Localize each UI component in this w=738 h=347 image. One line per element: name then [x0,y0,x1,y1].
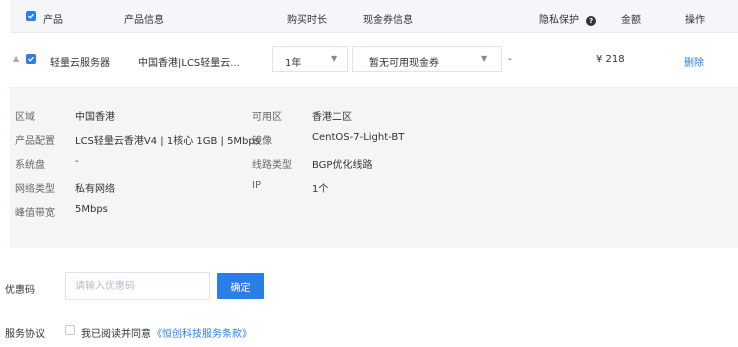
row-checkbox[interactable] [26,54,36,64]
header-duration: 购买时长 [287,15,327,26]
row-privacy: - [508,54,512,65]
coupon-label: 优惠码 [5,285,35,296]
row-amount: ¥ 218 [596,54,625,65]
row-product: 轻量云服务器 [50,58,110,69]
network-value: 私有网络 [75,184,115,195]
agreement-text: 我已阅读并同意 [81,329,151,340]
config-value: LCS轻量云香港V4 | 1核心 1GB | 5Mbps [75,136,260,147]
config-label: 产品配置 [15,136,55,147]
check-icon [28,56,34,62]
region-value: 中国香港 [75,112,115,123]
ip-value: 1个 [312,184,329,195]
header-privacy: 隐私保护 ? [539,11,597,26]
duration-value: 1年 [285,58,302,69]
check-icon [28,13,34,19]
chevron-down-icon: ▼ [331,54,338,63]
line-value: BGP优化线路 [312,160,373,171]
header-product-info: 产品信息 [124,15,164,26]
detail-panel: 区域 中国香港 产品配置 LCS轻量云香港V4 | 1核心 1GB | 5Mbp… [10,88,738,248]
row-product-info: 中国香港|LCS轻量云... [138,58,240,69]
bandwidth-label: 峰值带宽 [15,208,55,219]
agreement-checkbox[interactable] [65,325,75,335]
confirm-button[interactable]: 确定 [217,273,264,299]
disk-label: 系统盘 [15,160,45,171]
header-product: 产品 [43,15,63,26]
coupon-code-input[interactable] [65,272,210,300]
line-label: 线路类型 [252,160,292,171]
image-label: 镜像 [252,136,272,147]
image-value: CentOS-7-Light-BT [312,132,405,143]
agreement-label: 服务协议 [5,329,45,340]
zone-value: 香港二区 [312,112,352,123]
bandwidth-value: 5Mbps [75,204,108,215]
duration-select[interactable]: 1年 ▼ [272,46,348,72]
chevron-down-icon: ▼ [481,54,488,63]
terms-link[interactable]: 《恒创科技服务条款》 [152,325,252,340]
delete-link[interactable]: 删除 [684,54,704,69]
region-label: 区域 [15,112,35,123]
header-privacy-label: 隐私保护 [539,15,579,26]
ip-label: IP [252,180,261,191]
network-label: 网络类型 [15,184,55,195]
coupon-select[interactable]: 暂无可用现金券 ▼ [352,46,502,72]
table-row: ▲ 轻量云服务器 中国香港|LCS轻量云... 1年 ▼ 暂无可用现金券 ▼ -… [10,33,738,88]
collapse-arrow-icon[interactable]: ▲ [13,54,19,63]
header-coupon-info: 现金券信息 [363,15,413,26]
select-all-checkbox[interactable] [26,11,36,21]
zone-label: 可用区 [252,112,282,123]
table-header: 产品 产品信息 购买时长 现金券信息 隐私保护 ? 金额 操作 [10,0,738,33]
question-icon[interactable]: ? [586,16,597,26]
header-amount: 金额 [621,15,641,26]
disk-value: - [75,156,79,167]
header-action: 操作 [685,15,705,26]
coupon-value: 暂无可用现金券 [369,58,439,69]
